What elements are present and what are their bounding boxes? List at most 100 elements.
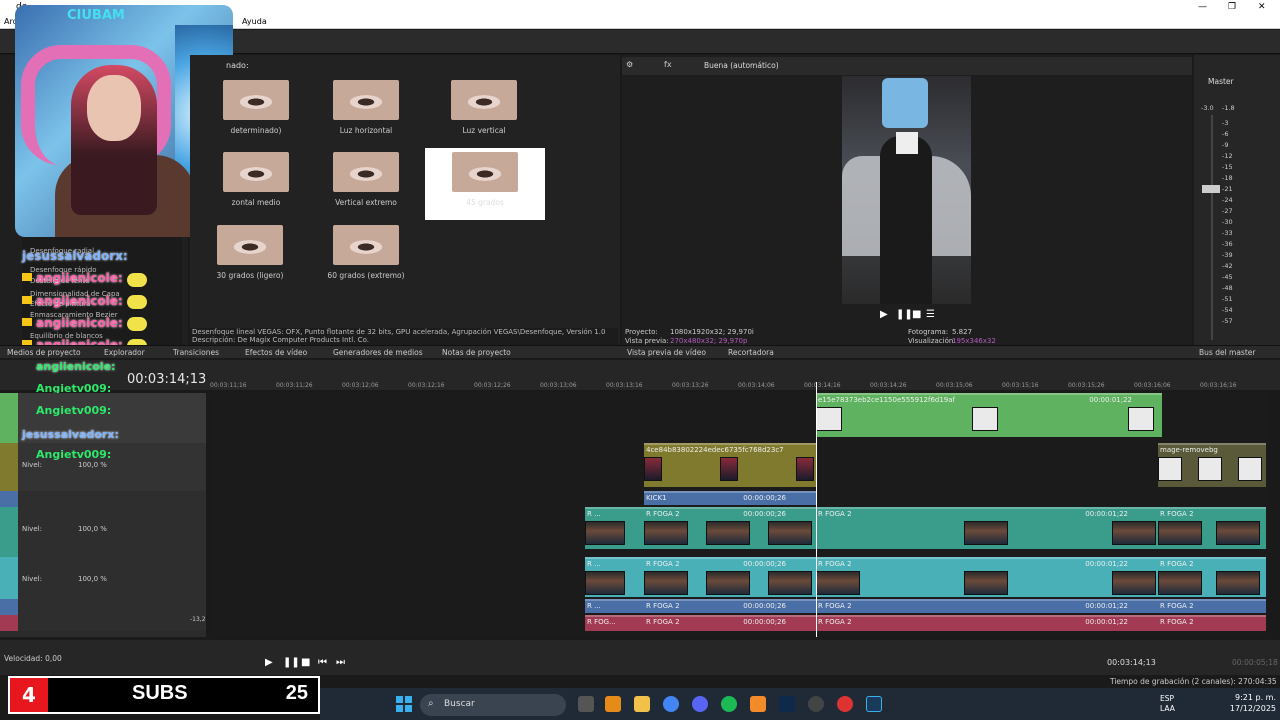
proyecto-value: 1080x1920x32; 29,970i (670, 328, 754, 336)
tab-bus-master[interactable]: Bus del master (1199, 348, 1255, 357)
play-icon[interactable]: ▶ (880, 309, 888, 320)
track-header-4[interactable]: Nivel: 100,0 % (0, 507, 206, 557)
video-clip[interactable]: R FOGA 2 00:00:01;22 (816, 507, 1158, 549)
video-clip[interactable]: mage-removebg (1158, 443, 1266, 487)
audio-clip[interactable]: R FOGA 2 00:00:00;26 (644, 615, 816, 631)
clip-thumbnail (1128, 407, 1154, 431)
taskbar-search[interactable]: ⌕ Buscar (420, 694, 566, 716)
task-view-icon[interactable] (578, 696, 594, 712)
video-clip[interactable]: R FOGA 2 (1158, 557, 1266, 597)
master-scale-mark: -57 (1222, 317, 1233, 325)
tab-recortadora[interactable]: Recortadora (728, 348, 774, 357)
preview-info: Proyecto: 1080x1920x32; 29,970i Vista pr… (622, 326, 1192, 345)
photoshop-icon[interactable] (779, 696, 795, 712)
menu-ayuda[interactable]: Ayuda (242, 17, 267, 26)
track-header-6[interactable] (0, 599, 206, 615)
proyecto-label: Proyecto: (625, 328, 658, 336)
clip-duration: 00:00:00;26 (743, 510, 786, 518)
video-clip[interactable]: R ... (585, 507, 644, 549)
video-clip[interactable]: R ... (585, 557, 644, 597)
chat-message: angiienicole: (36, 316, 123, 330)
chrome-icon[interactable] (663, 696, 679, 712)
track-header-5[interactable]: Nivel: 100,0 % (0, 557, 206, 599)
stop-icon[interactable]: ■ (912, 309, 921, 320)
system-clock[interactable]: 9:21 p. m. 17/12/2025 (1200, 692, 1276, 714)
preset-30-grados[interactable]: 30 grados (ligero) (190, 225, 310, 295)
preview-transport: ▶ ❚❚ ■ ☰ (622, 306, 1192, 326)
app-icon[interactable] (837, 696, 853, 712)
clip-duration: 00:00:00;26 (743, 618, 786, 626)
vegas-icon[interactable] (866, 696, 882, 712)
audio-clip[interactable]: R ... (585, 599, 644, 613)
quality-select[interactable]: Buena (automático) (704, 61, 779, 70)
chat-message: angiienicole: (36, 271, 123, 285)
video-clip[interactable]: R FOGA 2 00:00:00;26 (644, 507, 816, 549)
preset-label: Luz horizontal (339, 126, 393, 135)
obs-icon[interactable] (808, 696, 824, 712)
tab-vista-previa[interactable]: Vista previa de vídeo (627, 348, 706, 357)
close-icon[interactable]: ✕ (1258, 2, 1266, 12)
preset-vertical-extremo[interactable]: Vertical extremo (306, 152, 426, 222)
ruler-label: 00:03:12;06 (342, 382, 379, 389)
tab-medios[interactable]: Medios de proyecto (7, 348, 81, 357)
windows-start-icon[interactable] (396, 696, 412, 712)
clock-time: 9:21 p. m. (1234, 693, 1276, 702)
maximize-icon[interactable]: ❐ (1228, 2, 1236, 12)
tab-efectos-video[interactable]: Efectos de vídeo (245, 348, 307, 357)
audio-clip[interactable]: R FOGA 2 (1158, 599, 1266, 613)
preset-45-grados[interactable]: 45 grados (425, 148, 545, 220)
clip-title: mage-removebg (1160, 446, 1218, 454)
preset-luz-horizontal[interactable]: Luz horizontal (306, 80, 426, 150)
preset-luz-vertical[interactable]: Luz vertical (424, 80, 544, 150)
track-header-7[interactable]: -13,2 (0, 615, 206, 631)
gear-icon[interactable]: ⚙ (626, 60, 633, 69)
video-clip[interactable]: R FOGA 2 (1158, 507, 1266, 549)
clip-title: R FOGA 2 (646, 618, 680, 626)
audio-clip[interactable]: R FOGA 2 00:00:00;26 (644, 599, 816, 613)
video-clip[interactable]: R FOGA 2 00:00:01;22 (816, 557, 1158, 597)
menu-icon[interactable]: ☰ (926, 309, 935, 320)
emote-icon (127, 273, 147, 287)
tab-explorador[interactable]: Explorador (104, 348, 145, 357)
file-explorer-icon[interactable] (634, 696, 650, 712)
audio-clip[interactable]: R FOG... (585, 615, 644, 631)
preset-default[interactable]: determinado) (196, 80, 316, 150)
prev-icon[interactable]: ⏮ (318, 657, 327, 668)
playhead-cursor[interactable] (816, 382, 817, 637)
app-icon[interactable] (750, 696, 766, 712)
vlc-icon[interactable] (605, 696, 621, 712)
track-header-3[interactable] (0, 491, 206, 507)
video-clip[interactable]: e15e78373eb2ce1150e555912f6d19af 00:00:0… (816, 393, 1162, 437)
preset-thumb (452, 152, 518, 192)
audio-clip[interactable]: R FOGA 2 (1158, 615, 1266, 631)
chat-message: angiienicole: (36, 360, 116, 373)
discord-icon[interactable] (692, 696, 708, 712)
level-label: Nivel: (22, 461, 42, 469)
preset-horizontal-medio[interactable]: zontal medio (196, 152, 316, 222)
minimize-icon[interactable]: — (1198, 2, 1207, 12)
clip-thumbnail (964, 521, 1008, 545)
tab-transiciones[interactable]: Transiciones (173, 348, 219, 357)
pause-icon[interactable]: ❚❚ (283, 657, 300, 668)
stop-icon[interactable]: ■ (301, 657, 310, 668)
next-icon[interactable]: ⏭ (336, 657, 345, 668)
video-clip[interactable]: R FOGA 2 00:00:00;26 (644, 557, 816, 597)
pause-icon[interactable]: ❚❚ (896, 309, 913, 320)
preset-60-grados[interactable]: 60 grados (extremo) (306, 225, 426, 295)
master-fader[interactable] (1202, 185, 1220, 193)
fx-icon[interactable]: fx (664, 60, 672, 69)
play-icon[interactable]: ▶ (265, 657, 273, 668)
spotify-icon[interactable] (721, 696, 737, 712)
audio-clip[interactable]: KICK1 00:00:00;26 (644, 491, 816, 505)
video-clip[interactable]: 4ce84b83802224edec6735fc768d23c7 (644, 443, 816, 487)
clip-title: R FOGA 2 (818, 510, 852, 518)
audio-clip[interactable]: R FOGA 2 00:00:01;22 (816, 599, 1158, 613)
audio-clip[interactable]: R FOGA 2 00:00:01;22 (816, 615, 1158, 631)
level-label: Nivel: (22, 575, 42, 583)
tab-notas[interactable]: Notas de proyecto (442, 348, 511, 357)
language-indicator[interactable]: ESP LAA (1160, 694, 1175, 714)
subs-count-left: 4 (10, 678, 48, 712)
vista-value: 270x480x32; 29,970p (670, 337, 748, 345)
tab-generadores[interactable]: Generadores de medios (333, 348, 423, 357)
level-label: Nivel: (22, 525, 42, 533)
